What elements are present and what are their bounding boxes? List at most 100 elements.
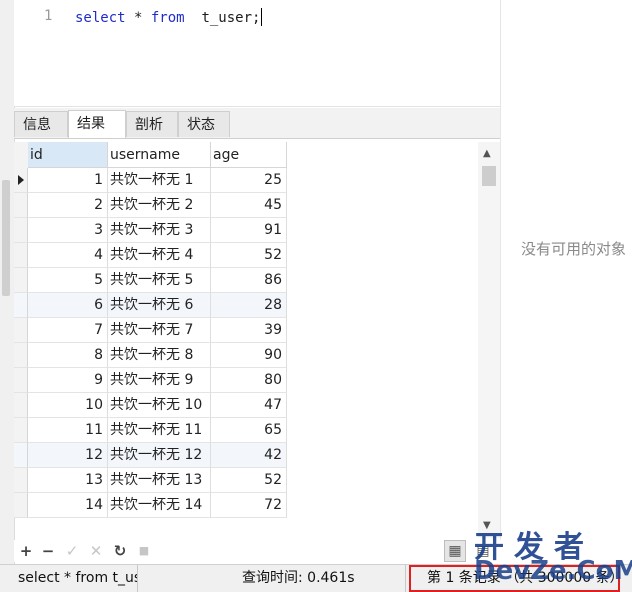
cell-username[interactable]: 共饮一杯无 6: [108, 293, 211, 318]
status-query-time: 查询时间: 0.461s: [238, 565, 406, 592]
table-row[interactable]: 8 共饮一杯无 8 90: [14, 343, 288, 368]
tab-info[interactable]: 信息: [14, 111, 68, 137]
table-row[interactable]: 3 共饮一杯无 3 91: [14, 218, 288, 243]
cell-id[interactable]: 2: [28, 193, 108, 218]
cell-age[interactable]: 45: [211, 193, 287, 218]
object-panel: 没有可用的对象: [500, 0, 632, 540]
row-marker[interactable]: [14, 393, 28, 418]
delete-row-button[interactable]: −: [38, 540, 58, 562]
grid-view-button[interactable]: ▦: [444, 540, 466, 562]
table-row[interactable]: 7 共饮一杯无 7 39: [14, 318, 288, 343]
cell-id[interactable]: 8: [28, 343, 108, 368]
cell-age[interactable]: 42: [211, 443, 287, 468]
row-marker[interactable]: [14, 168, 28, 193]
cell-id[interactable]: 7: [28, 318, 108, 343]
table-row[interactable]: 2 共饮一杯无 2 45: [14, 193, 288, 218]
sql-code[interactable]: select * from t_user;: [75, 8, 263, 26]
vertical-scrollbar[interactable]: ▲ ▼: [478, 142, 500, 538]
cell-username[interactable]: 共饮一杯无 13: [108, 468, 211, 493]
cell-age[interactable]: 52: [211, 468, 287, 493]
row-marker[interactable]: [14, 293, 28, 318]
cell-age[interactable]: 25: [211, 168, 287, 193]
table-row[interactable]: 11 共饮一杯无 11 65: [14, 418, 288, 443]
scroll-thumb[interactable]: [482, 166, 496, 186]
row-marker[interactable]: [14, 343, 28, 368]
cell-username[interactable]: 共饮一杯无 4: [108, 243, 211, 268]
row-marker[interactable]: [14, 268, 28, 293]
row-marker[interactable]: [14, 418, 28, 443]
tab-result-1[interactable]: 结果 1: [68, 110, 126, 158]
apply-changes-button[interactable]: ✓: [62, 540, 82, 562]
table-row[interactable]: 12 共饮一杯无 12 42: [14, 443, 288, 468]
discard-changes-button[interactable]: ✕: [86, 540, 106, 562]
table-row[interactable]: 4 共饮一杯无 4 52: [14, 243, 288, 268]
grid-toolbar: + − ✓ ✕ ↻ ■ ▦ ▤: [14, 540, 500, 562]
row-marker[interactable]: [14, 493, 28, 518]
cell-username[interactable]: 共饮一杯无 7: [108, 318, 211, 343]
cell-age[interactable]: 65: [211, 418, 287, 443]
cell-username[interactable]: 共饮一杯无 2: [108, 193, 211, 218]
column-header-age[interactable]: age: [211, 142, 287, 168]
cell-username[interactable]: 共饮一杯无 1: [108, 168, 211, 193]
add-row-button[interactable]: +: [16, 540, 36, 562]
cell-age[interactable]: 28: [211, 293, 287, 318]
cell-username[interactable]: 共饮一杯无 11: [108, 418, 211, 443]
star: *: [125, 10, 151, 26]
table-row[interactable]: 6 共饮一杯无 6 28: [14, 293, 288, 318]
cell-id[interactable]: 6: [28, 293, 108, 318]
row-marker[interactable]: [14, 193, 28, 218]
cell-username[interactable]: 共饮一杯无 14: [108, 493, 211, 518]
cell-age[interactable]: 86: [211, 268, 287, 293]
scroll-up-icon[interactable]: ▲: [483, 148, 491, 159]
cell-id[interactable]: 14: [28, 493, 108, 518]
cell-id[interactable]: 10: [28, 393, 108, 418]
row-marker[interactable]: [14, 218, 28, 243]
table-row[interactable]: 13 共饮一杯无 13 52: [14, 468, 288, 493]
row-marker[interactable]: [14, 468, 28, 493]
cell-age[interactable]: 91: [211, 218, 287, 243]
refresh-button[interactable]: ↻: [110, 540, 130, 562]
cell-age[interactable]: 47: [211, 393, 287, 418]
row-marker[interactable]: [14, 368, 28, 393]
row-marker[interactable]: [14, 318, 28, 343]
cell-id[interactable]: 11: [28, 418, 108, 443]
row-marker[interactable]: [14, 443, 28, 468]
table-row[interactable]: 1 共饮一杯无 1 25: [14, 168, 288, 193]
stop-button[interactable]: ■: [134, 540, 154, 562]
result-grid: id username age 1 共饮一杯无 1 25 2 共饮一杯无 2 45 3共…: [14, 142, 478, 518]
line-number: 1: [44, 8, 53, 24]
cell-age[interactable]: 39: [211, 318, 287, 343]
cell-username[interactable]: 共饮一杯无 5: [108, 268, 211, 293]
table-row[interactable]: 10 共饮一杯无 10 47: [14, 393, 288, 418]
column-header-username[interactable]: username: [108, 142, 211, 168]
cell-username[interactable]: 共饮一杯无 10: [108, 393, 211, 418]
keyword-select: select: [75, 10, 126, 26]
table-row[interactable]: 9 共饮一杯无 9 80: [14, 368, 288, 393]
cell-id[interactable]: 3: [28, 218, 108, 243]
text-caret: [261, 8, 263, 26]
row-marker[interactable]: [14, 243, 28, 268]
tab-status[interactable]: 状态: [178, 111, 230, 137]
left-gutter: [0, 0, 15, 591]
cell-username[interactable]: 共饮一杯无 8: [108, 343, 211, 368]
cell-username[interactable]: 共饮一杯无 9: [108, 368, 211, 393]
cell-id[interactable]: 4: [28, 243, 108, 268]
sql-editor[interactable]: 1 select * from t_user;: [14, 0, 500, 107]
tab-profile[interactable]: 剖析: [126, 111, 178, 137]
table-row[interactable]: 5 共饮一杯无 5 86: [14, 268, 288, 293]
cell-id[interactable]: 13: [28, 468, 108, 493]
left-scroll-thumb[interactable]: [2, 180, 10, 296]
cell-username[interactable]: 共饮一杯无 12: [108, 443, 211, 468]
cell-age[interactable]: 90: [211, 343, 287, 368]
column-header-id[interactable]: id: [28, 142, 108, 168]
cell-id[interactable]: 5: [28, 268, 108, 293]
cell-id[interactable]: 9: [28, 368, 108, 393]
cell-id[interactable]: 1: [28, 168, 108, 193]
cell-username[interactable]: 共饮一杯无 3: [108, 218, 211, 243]
cell-age[interactable]: 72: [211, 493, 287, 518]
current-row-arrow-icon: [18, 175, 24, 185]
table-row[interactable]: 14 共饮一杯无 14 72: [14, 493, 288, 518]
cell-age[interactable]: 80: [211, 368, 287, 393]
cell-age[interactable]: 52: [211, 243, 287, 268]
cell-id[interactable]: 12: [28, 443, 108, 468]
